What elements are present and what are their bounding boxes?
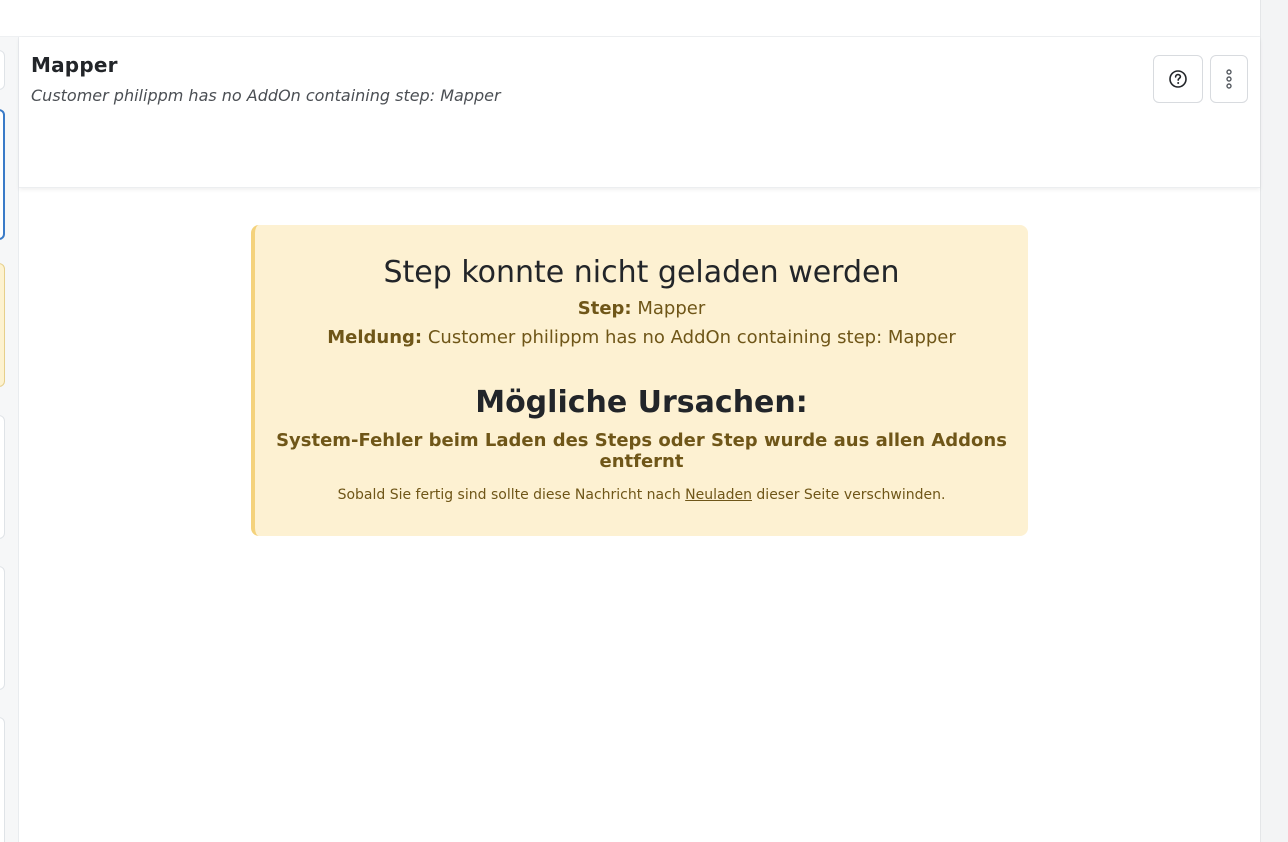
causes-text: System-Fehler beim Laden des Steps oder …	[276, 430, 1007, 472]
step-card-active[interactable]	[0, 109, 5, 240]
step-value: Mapper	[637, 298, 706, 319]
right-scroll-area[interactable]	[1260, 0, 1288, 842]
step-label: Step:	[577, 298, 632, 319]
app-window: Mapper Customer philippm has no AddOn co…	[0, 0, 1288, 842]
step-subtitle: Customer philippm has no AddOn containin…	[31, 86, 501, 105]
step-card[interactable]	[0, 717, 5, 842]
step-title: Mapper	[31, 53, 118, 77]
reload-note: Sobald Sie fertig sind sollte diese Nach…	[255, 487, 1028, 503]
help-button[interactable]	[1153, 55, 1203, 103]
step-list-panel	[0, 37, 19, 842]
question-circle-icon	[1168, 69, 1188, 89]
reload-link[interactable]: Neuladen	[685, 487, 752, 503]
message-value: Customer philippm has no AddOn containin…	[427, 327, 956, 348]
alert-step-line: Step: Mapper	[255, 298, 1028, 319]
alert-heading: Step konnte nicht geladen werden	[383, 255, 900, 290]
top-bar	[0, 0, 1260, 37]
step-card[interactable]	[0, 50, 5, 90]
step-card[interactable]	[0, 415, 5, 539]
step-card[interactable]	[0, 566, 5, 690]
alert-message-line: Meldung: Customer philippm has no AddOn …	[255, 327, 1028, 348]
more-options-button[interactable]	[1210, 55, 1248, 103]
step-header: Mapper Customer philippm has no AddOn co…	[19, 37, 1260, 188]
causes-heading: Mögliche Ursachen:	[475, 385, 808, 420]
note-before: Sobald Sie fertig sind sollte diese Nach…	[337, 487, 681, 503]
step-card-warning[interactable]	[0, 263, 5, 387]
step-load-error-alert: Step konnte nicht geladen werden Step: M…	[251, 225, 1028, 536]
vertical-ellipsis-icon	[1225, 68, 1233, 90]
message-label: Meldung:	[327, 327, 423, 348]
note-after: dieser Seite verschwinden.	[756, 487, 946, 503]
